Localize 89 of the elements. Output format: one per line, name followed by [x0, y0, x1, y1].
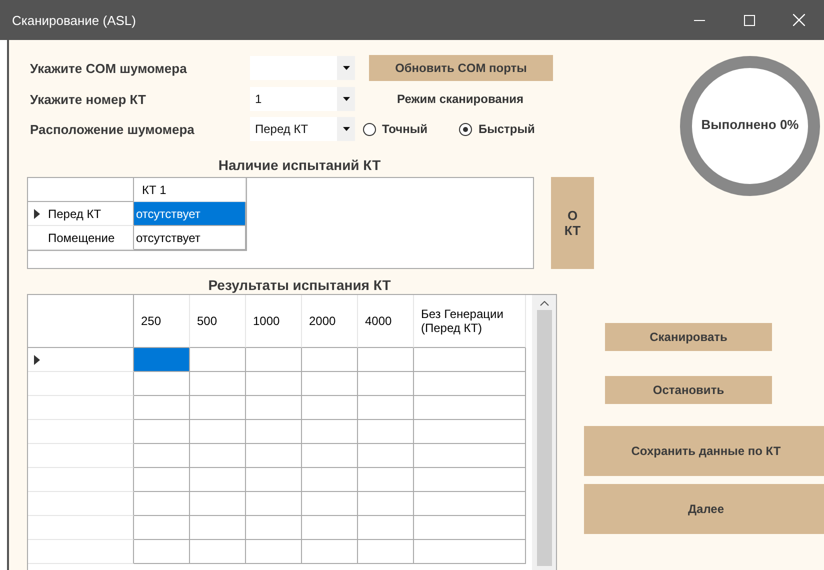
- table-cell[interactable]: [190, 396, 246, 420]
- table-cell[interactable]: [190, 468, 246, 492]
- table-cell[interactable]: [358, 540, 414, 564]
- table-cell[interactable]: [302, 516, 358, 540]
- action-button[interactable]: Далее: [584, 484, 824, 534]
- field-label: Расположение шумомера: [29, 122, 196, 136]
- table-cell[interactable]: [190, 348, 246, 372]
- scrollbar[interactable]: [532, 295, 556, 570]
- table-cell[interactable]: [246, 420, 302, 444]
- table-cell[interactable]: [358, 420, 414, 444]
- table-cell[interactable]: [358, 396, 414, 420]
- table-cell[interactable]: [414, 492, 526, 516]
- scan-mode-label: Режим сканирования: [397, 92, 524, 106]
- table-cell[interactable]: [134, 372, 190, 396]
- table-cell[interactable]: [414, 540, 526, 564]
- table-cell[interactable]: [414, 396, 526, 420]
- radio-option[interactable]: Быстрый: [459, 122, 535, 136]
- table-cell[interactable]: [358, 348, 414, 372]
- table-cell[interactable]: [246, 540, 302, 564]
- dropdown[interactable]: Перед КТ: [250, 117, 355, 141]
- table-cell[interactable]: [190, 372, 246, 396]
- scroll-thumb[interactable]: [536, 310, 552, 566]
- table-cell[interactable]: [134, 492, 190, 516]
- dropdown[interactable]: 1: [250, 87, 355, 111]
- table-cell[interactable]: [358, 492, 414, 516]
- table-cell[interactable]: [246, 492, 302, 516]
- table-cell[interactable]: [134, 516, 190, 540]
- dropdown-caret-icon: [342, 97, 350, 101]
- table-cell[interactable]: [246, 396, 302, 420]
- progress-label: Выполнено 0%: [700, 117, 800, 132]
- table-cell[interactable]: [134, 348, 190, 372]
- table-cell[interactable]: [414, 420, 526, 444]
- table-cell[interactable]: [134, 468, 190, 492]
- table-cell[interactable]: [190, 492, 246, 516]
- table-cell[interactable]: [414, 516, 526, 540]
- table-cell[interactable]: [302, 348, 358, 372]
- table-cell[interactable]: [302, 372, 358, 396]
- table-cell[interactable]: [302, 444, 358, 468]
- action-button[interactable]: Сохранить данные по КТ: [584, 426, 824, 476]
- field-label: Укажите номер КТ: [29, 92, 147, 106]
- table-cell[interactable]: [134, 444, 190, 468]
- table-cell[interactable]: [414, 468, 526, 492]
- radio-option[interactable]: Точный: [363, 122, 428, 136]
- table-cell[interactable]: отсутствует: [134, 202, 246, 226]
- row-header-text: Перед КТ: [48, 206, 102, 220]
- table-cell[interactable]: [246, 516, 302, 540]
- maximize-icon: [744, 14, 754, 26]
- table-cell[interactable]: [414, 348, 526, 372]
- table-cell[interactable]: [190, 420, 246, 444]
- table-cell[interactable]: [134, 420, 190, 444]
- column-header: КТ 1: [134, 178, 246, 202]
- field-label: Укажите COM шумомера: [29, 60, 188, 76]
- radio-button[interactable]: [363, 122, 376, 136]
- table-cell[interactable]: [190, 444, 246, 468]
- table-cell[interactable]: [414, 444, 526, 468]
- action-button[interactable]: Сканировать: [605, 323, 772, 351]
- section-title: Наличие испытаний КТ: [218, 157, 382, 173]
- current-row-icon: [34, 208, 40, 218]
- table-cell[interactable]: [246, 444, 302, 468]
- table-cell[interactable]: [358, 372, 414, 396]
- table-cell[interactable]: [358, 444, 414, 468]
- table-cell[interactable]: [302, 540, 358, 564]
- table-cell[interactable]: [302, 468, 358, 492]
- dropdown-caret-icon: [342, 127, 350, 131]
- action-button[interactable]: Остановить: [605, 376, 772, 404]
- close-icon: [793, 14, 805, 26]
- about-button[interactable]: О КТ: [551, 177, 594, 269]
- section-title: Результаты испытания КТ: [208, 277, 392, 293]
- table-cell[interactable]: [246, 468, 302, 492]
- table-cell[interactable]: [302, 492, 358, 516]
- table-cell[interactable]: [302, 396, 358, 420]
- table-cell[interactable]: [190, 516, 246, 540]
- row-header-text: Помещение: [48, 230, 115, 244]
- radio-button[interactable]: [459, 122, 472, 136]
- window-title: Сканирование (ASL): [12, 12, 137, 28]
- table-cell[interactable]: [414, 372, 526, 396]
- table-cell[interactable]: [358, 516, 414, 540]
- table-cell[interactable]: [190, 540, 246, 564]
- current-row-icon: [34, 354, 40, 364]
- scroll-up-icon[interactable]: [540, 301, 548, 306]
- table-cell[interactable]: [246, 372, 302, 396]
- table-cell[interactable]: [302, 420, 358, 444]
- dropdown-caret-icon: [342, 66, 350, 70]
- refresh-ports-button[interactable]: Обновить COM порты: [369, 55, 553, 81]
- table-cell[interactable]: [134, 540, 190, 564]
- table-cell[interactable]: [358, 468, 414, 492]
- table-cell[interactable]: отсутствует: [134, 226, 246, 250]
- table-cell[interactable]: [246, 348, 302, 372]
- table-cell[interactable]: [134, 396, 190, 420]
